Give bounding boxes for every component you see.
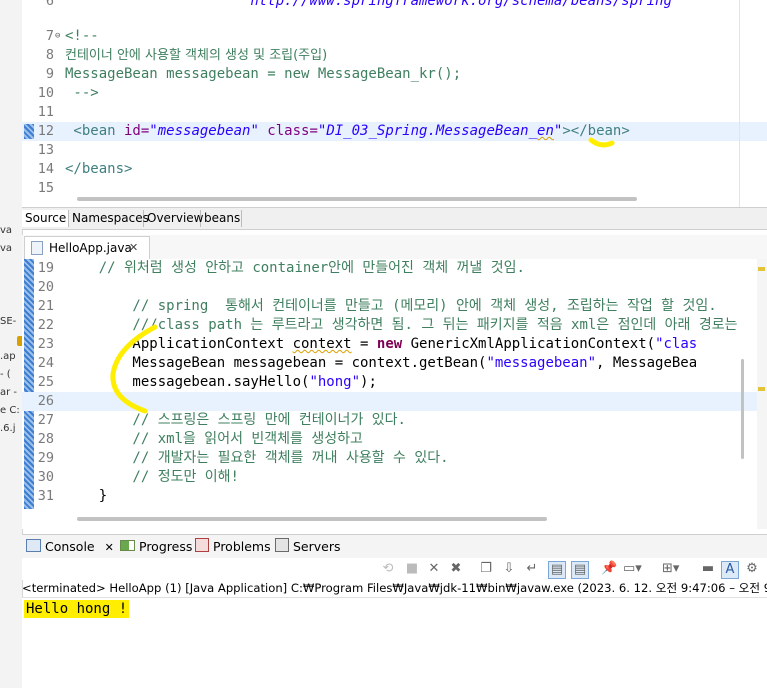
code-line: 7 ⊖ <!-- xyxy=(45,27,99,46)
strip-fragment: - ( xyxy=(0,369,11,380)
servers-icon xyxy=(275,538,289,552)
vertical-scrollbar[interactable] xyxy=(741,359,744,459)
word-wrap-icon[interactable]: ↵ xyxy=(524,561,540,577)
tab-problems[interactable]: Problems xyxy=(195,538,271,556)
fold-icon[interactable]: ⊖ xyxy=(55,27,60,46)
editor-divider xyxy=(739,0,740,207)
code-line: 19 // 위처럼 생성 안하고 container안에 만들어진 객체 꺼낼 … xyxy=(37,260,525,276)
remove-all-icon[interactable]: ✖ xyxy=(448,561,464,577)
show-stdout-icon[interactable]: ▤ xyxy=(548,561,566,579)
code-line: 9 MessageBean messagebean = new MessageB… xyxy=(45,66,462,82)
pin-icon[interactable]: 📌 xyxy=(601,561,617,577)
code-line-current: 12 <bean id="messagebean" class="DI_03_S… xyxy=(22,122,767,141)
strip-fragment: va xyxy=(0,243,13,254)
code-line: 29 // 개발자는 필요한 객체를 꺼내 사용할 수 있다. xyxy=(37,450,449,466)
console-status-line: <terminated> HelloApp (1) [Java Applicat… xyxy=(22,581,767,595)
code-line: 8 컨테이너 안에 사용할 객체의 생성 및 조립(주입) xyxy=(45,47,328,63)
tab-console[interactable]: Console ✕ xyxy=(26,538,114,557)
terminate-icon[interactable]: ■ xyxy=(404,561,420,577)
progress-icon xyxy=(120,540,135,551)
console-view-tabs: Console ✕ Progress Problems Servers xyxy=(22,534,767,559)
horizontal-scrollbar[interactable] xyxy=(77,517,547,521)
overview-ruler xyxy=(757,259,767,529)
xml-editor[interactable]: 6 http://www.springframework.org/schema/… xyxy=(22,0,767,207)
tab-helloapp-java[interactable]: HelloApp.java ✕ xyxy=(24,236,150,259)
close-icon[interactable]: ✕ xyxy=(129,237,138,259)
code-line: 14 </beans> xyxy=(37,161,133,177)
left-panel-strip: va va SE- .ap - ( ar - e C: .6.j xyxy=(0,0,27,688)
xml-editor-tabs: Source Namespaces Overview beans xyxy=(22,207,767,230)
scroll-lock-icon[interactable]: ⇩ xyxy=(501,561,517,577)
tab-progress[interactable]: Progress xyxy=(120,538,192,556)
gear-icon[interactable]: ⚙ xyxy=(744,561,760,577)
code-line: 11 xyxy=(37,104,54,120)
console-output[interactable]: Hello hong ! xyxy=(22,597,767,689)
tab-servers[interactable]: Servers xyxy=(275,538,341,556)
minimize-icon[interactable]: ▬ xyxy=(700,561,716,577)
display-console-icon[interactable]: ▭▾ xyxy=(623,561,642,577)
close-icon[interactable]: ✕ xyxy=(105,541,114,554)
tab-source[interactable]: Source xyxy=(22,210,69,227)
java-editor[interactable]: 19 // 위처럼 생성 안하고 container안에 만들어진 객체 꺼낼 … xyxy=(22,259,767,529)
strip-fragment: ar - xyxy=(0,387,18,398)
copy-icon[interactable]: ❐ xyxy=(478,561,494,577)
strip-fragment: SE- xyxy=(0,316,17,327)
problems-icon xyxy=(195,538,209,552)
code-line: 21 // spring 통해서 컨테이너를 만들고 (메모리) 안에 객체 생… xyxy=(37,298,717,314)
tab-namespaces[interactable]: Namespaces xyxy=(69,210,149,227)
tab-overview[interactable]: Overview xyxy=(144,210,204,227)
code-line: 31 } xyxy=(37,488,108,504)
code-line: 20 xyxy=(37,279,54,295)
strip-fragment: e C: xyxy=(0,405,20,416)
annotation-bracket-icon xyxy=(110,324,158,414)
console-output-line: Hello hong ! xyxy=(24,600,130,618)
new-console-icon[interactable]: ⊞▾ xyxy=(662,561,679,577)
strip-fragment: .ap xyxy=(0,351,16,362)
horizontal-scrollbar[interactable] xyxy=(77,197,637,201)
code-line: 15 xyxy=(37,180,54,196)
tab-label: HelloApp.java xyxy=(49,241,132,255)
remove-launch-icon[interactable]: ✕ xyxy=(426,561,442,577)
annotation-mark-icon xyxy=(588,137,615,148)
code-line: 30 // 정도만 이해! xyxy=(37,469,239,485)
code-line: 13 xyxy=(37,142,54,158)
code-line: 6 http://www.springframework.org/schema/… xyxy=(45,0,672,9)
java-file-icon xyxy=(31,241,43,255)
console-icon xyxy=(26,539,41,552)
ansi-color-icon[interactable]: A xyxy=(721,561,739,579)
strip-fragment: va xyxy=(0,225,13,236)
strip-fragment: .6.j xyxy=(0,423,16,434)
clear-icon[interactable]: ⟲ xyxy=(380,561,396,577)
java-editor-tabbar: HelloApp.java ✕ xyxy=(22,235,767,260)
code-line: 10 --> xyxy=(37,85,99,101)
tab-beans[interactable]: beans xyxy=(201,210,242,227)
console-toolbar: ⟲ ■ ✕ ✖ ❐ ⇩ ↵ ▤ ▤ 📌 ▭▾ ⊞▾ ▬ A ⚙ xyxy=(22,558,767,580)
code-line: 28 // xml을 읽어서 빈객체를 생성하고 xyxy=(37,431,363,447)
show-stderr-icon[interactable]: ▤ xyxy=(571,561,589,579)
